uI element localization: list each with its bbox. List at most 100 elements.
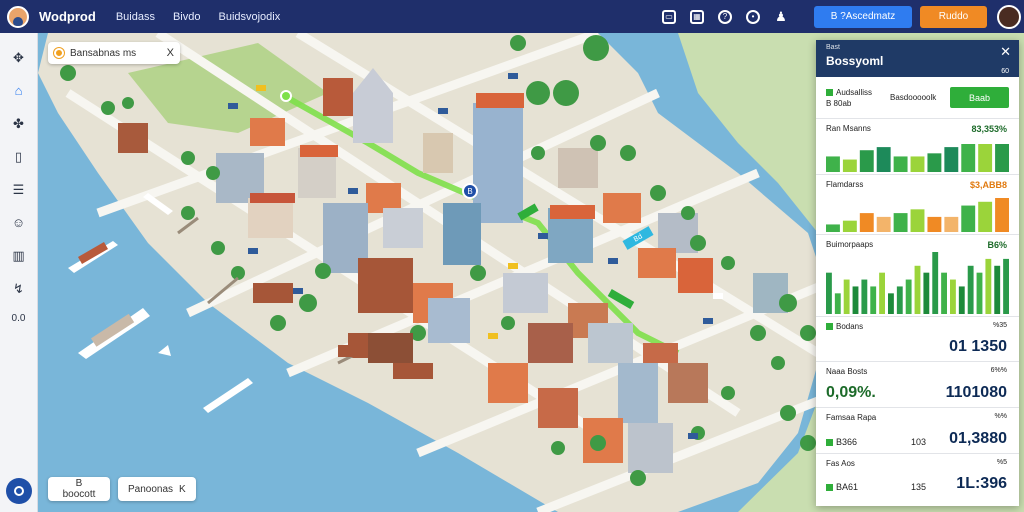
chart-3-bar (941, 272, 947, 314)
bookmark-icon[interactable]: ▯ (11, 148, 27, 164)
chart-3-bar (914, 265, 921, 314)
close-icon[interactable]: X (167, 47, 174, 59)
top-icon-group: ▭ ▦ ? • ♟ (662, 9, 788, 24)
nav-item-3[interactable]: Buidsvojodix (218, 11, 280, 23)
stat-3-label: Famsaa Rapa (826, 413, 877, 422)
left-sidebar: ✥ ⌂ ✤ ▯ ☰ ☺ ▥ ↯ 0.0 (0, 33, 38, 512)
map-button-1[interactable]: B boocott (48, 477, 110, 501)
summary-line-1: Audsalliss (826, 87, 872, 98)
route-start-dot[interactable] (280, 90, 292, 102)
chart-3-value: B6% (987, 240, 1007, 250)
secondary-action-button[interactable]: Ruddo (920, 5, 987, 28)
chart-3-bar (967, 265, 974, 314)
stat-2-change: 6%% (990, 367, 1007, 374)
stat-3-left: B366 (826, 437, 857, 447)
chart-1-bar (842, 159, 857, 172)
home-icon[interactable]: ⌂ (11, 82, 27, 98)
chart-2-bar (842, 220, 857, 232)
stat-row-3: Famsaa Rapa %% B366 103 01,3880 (816, 408, 1019, 454)
stat-3-value: 01,3880 (949, 430, 1007, 447)
stat-1-value: 01 1350 (949, 338, 1007, 355)
panel-summary: Audsalliss B 80ab Basdooooolk Baab (816, 77, 1019, 119)
chart-3-bar (923, 272, 930, 314)
stat-2-label: Naaa Bosts (826, 367, 868, 376)
stat-1-label: Bodans (826, 322, 1009, 331)
map-button-2-icon: K (179, 483, 186, 495)
app-brand[interactable]: Wodprod (39, 9, 96, 24)
user-avatar[interactable] (7, 5, 29, 28)
chat-icon[interactable]: • (746, 9, 760, 24)
panel-header-count: 60 (1001, 68, 1009, 75)
chart-section-1: Ran Msanns 83,353% (816, 119, 1019, 175)
status-square-icon (826, 323, 833, 331)
route-marker-label: B (467, 187, 472, 196)
chart-1-bar (893, 156, 908, 172)
stat-4-change: %5 (996, 459, 1007, 466)
chart-2-bar (944, 216, 959, 232)
move-icon[interactable]: ✥ (11, 49, 27, 65)
chart-2 (826, 198, 1009, 232)
chart-2-bar (961, 205, 976, 232)
close-icon[interactable]: ✕ (1000, 44, 1011, 60)
chart-2-value: $3,ABB8 (969, 180, 1007, 190)
chart-3-bar (826, 272, 832, 314)
chart-2-bar (927, 216, 942, 232)
chart-3-bar (896, 286, 903, 314)
building-icon[interactable]: ▥ (11, 247, 27, 263)
inbox-icon[interactable]: ▭ (662, 9, 676, 24)
locate-icon (14, 486, 24, 496)
stat-2-left-value: 0,09%. (826, 384, 876, 401)
top-nav: Buidass Bivdo Buidsvojodix (116, 11, 280, 23)
user-icon[interactable]: ♟ (774, 9, 788, 24)
stats-panel: Bast Bossyoml ✕ 60 Audsalliss B 80ab Bas… (816, 40, 1019, 506)
pin-icon (54, 48, 64, 58)
chart-1 (826, 144, 1009, 172)
list-icon[interactable]: ☰ (11, 181, 27, 197)
stat-row-1: Bodans %35 01 1350 (816, 317, 1019, 362)
nav-item-2[interactable]: Bivdo (173, 11, 201, 23)
calendar-icon[interactable]: ▦ (690, 9, 704, 24)
top-bar: Wodprod Buidass Bivdo Buidsvojodix ▭ ▦ ?… (0, 0, 1024, 33)
chart-2-bar (859, 213, 874, 232)
stat-row-2: Naaa Bosts 6%% 0,09%. 1101080 (816, 362, 1019, 408)
stat-4-mid: 135 (911, 482, 927, 492)
chart-3-bar (879, 272, 885, 314)
status-square-icon (826, 88, 833, 96)
profile-avatar[interactable] (997, 4, 1021, 29)
route-icon[interactable]: ↯ (11, 280, 27, 296)
chart-2-bar (893, 213, 908, 232)
chart-3-bar (994, 265, 1001, 314)
chart-1-bar (961, 144, 976, 172)
chart-3-bar (870, 286, 877, 314)
locate-button[interactable] (6, 478, 32, 504)
chart-3-bar (834, 293, 841, 314)
status-square-icon (826, 484, 833, 492)
panel-action-button[interactable]: Baab (950, 87, 1009, 108)
chart-3 (826, 252, 1009, 314)
chart-1-bar (876, 147, 891, 172)
chart-3-bar (958, 286, 965, 314)
summary-line-4: Basdooooolk (890, 93, 937, 102)
chart-1-bar (944, 147, 959, 172)
chart-3-bar (950, 279, 956, 314)
chart-2-bar (876, 216, 891, 232)
chart-3-bar (843, 279, 850, 314)
stat-3-change: %% (994, 413, 1007, 420)
map-button-2[interactable]: Panoonas K (118, 477, 196, 501)
chart-3-bar (905, 279, 912, 314)
help-icon[interactable]: ? (718, 9, 732, 24)
stat-4-label: Fas Aos (826, 459, 855, 468)
chart-1-bar (859, 150, 874, 172)
nav-item-1[interactable]: Buidass (116, 11, 155, 23)
puzzle-icon[interactable]: ✤ (11, 115, 27, 131)
chart-3-bar (976, 272, 983, 314)
chart-3-bar (861, 279, 868, 314)
chart-3-bar (932, 252, 939, 314)
chart-3-bar (1003, 258, 1009, 314)
user-icon[interactable]: ☺ (11, 214, 27, 230)
location-chip[interactable]: Bansabnas ms X (48, 42, 180, 64)
chart-1-bar (995, 144, 1009, 172)
primary-action-button[interactable]: B ?Ascedmatz (814, 5, 912, 28)
zoom-readout: 0.0 (11, 313, 26, 324)
chart-section-3: Buimorpaaps B6% (816, 235, 1019, 317)
